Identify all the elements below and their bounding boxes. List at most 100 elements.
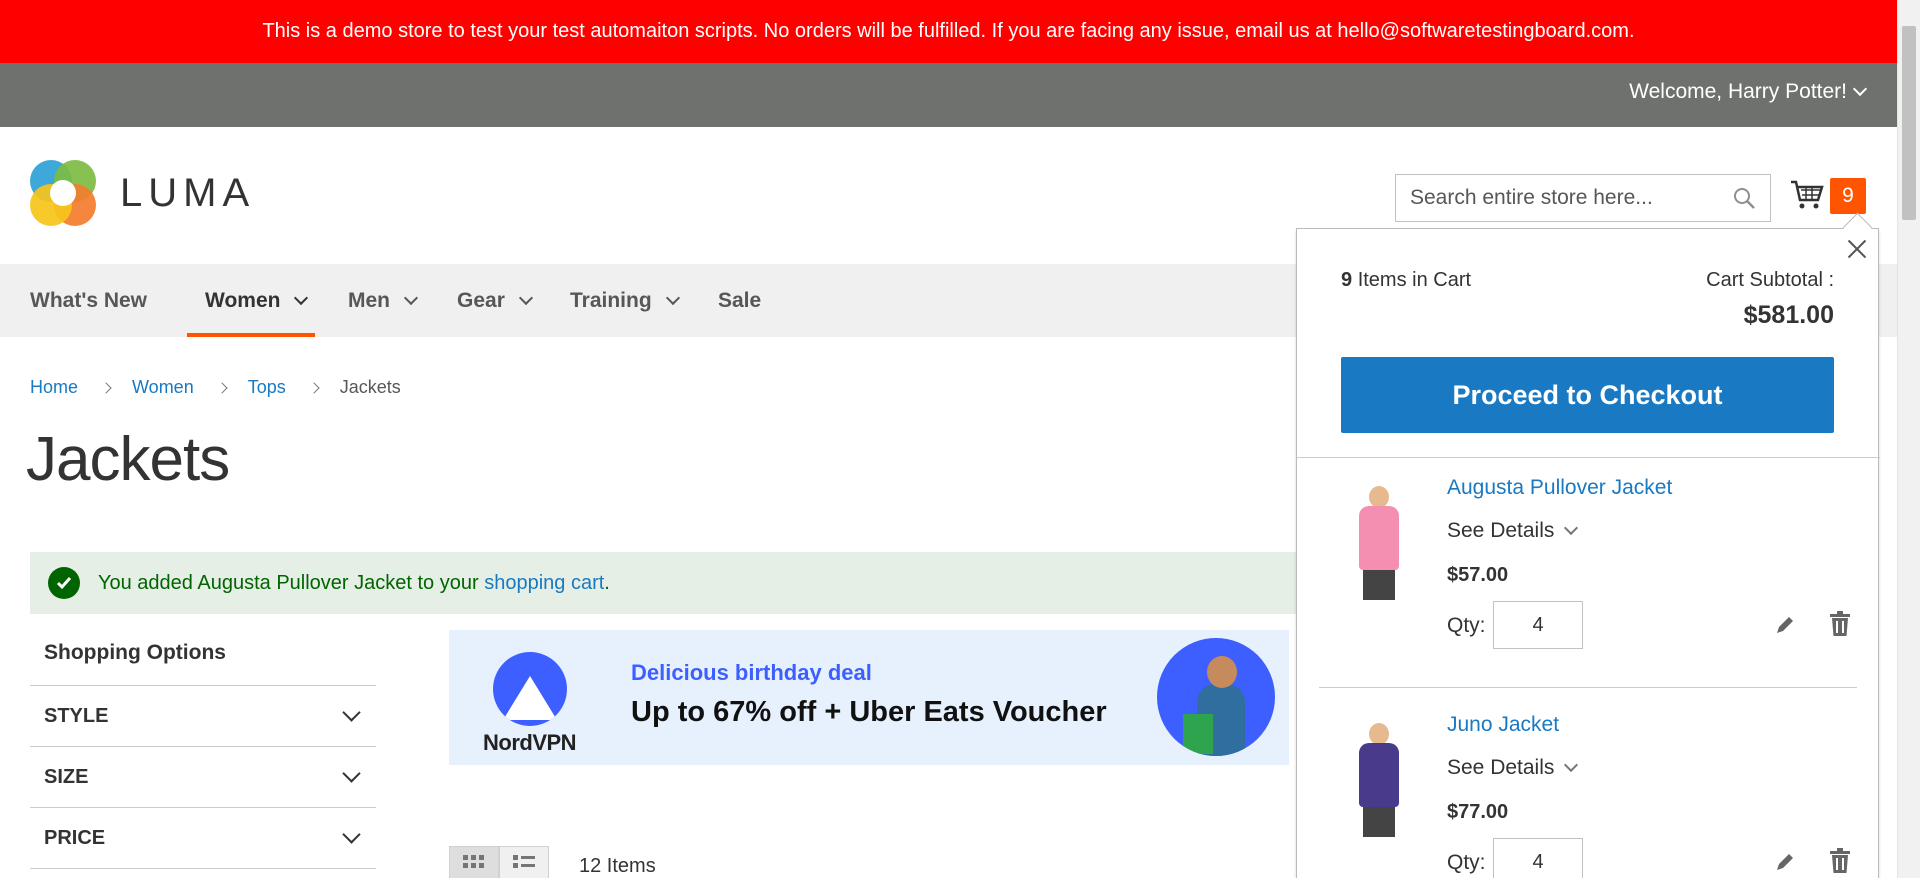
shopping-options-title: Shopping Options	[30, 628, 376, 686]
demo-store-notice: This is a demo store to test your test a…	[262, 20, 1635, 42]
see-details-label: See Details	[1447, 519, 1555, 542]
shopping-cart-link[interactable]: shopping cart	[484, 572, 604, 595]
filter-label: STYLE	[44, 704, 109, 727]
grid-icon	[463, 854, 485, 878]
search-box	[1395, 174, 1771, 222]
nav-item-training[interactable]: Training	[570, 264, 680, 337]
product-thumbnail[interactable]	[1347, 486, 1411, 602]
see-details-label: See Details	[1447, 756, 1555, 779]
chevron-down-icon	[342, 763, 361, 783]
trash-icon[interactable]	[1828, 847, 1852, 878]
ad-person-image	[1157, 638, 1275, 756]
chevron-down-icon	[294, 290, 309, 305]
cart-count-badge[interactable]: 9	[1830, 178, 1866, 214]
chevron-down-icon	[342, 824, 361, 844]
breadcrumb-tops[interactable]: Tops	[248, 377, 286, 398]
chevron-down-icon	[342, 702, 361, 722]
chevron-down-icon	[518, 290, 533, 305]
minicart-count-number: 9	[1341, 269, 1353, 291]
subtotal-value: $581.00	[1743, 301, 1834, 329]
divider	[1297, 457, 1880, 458]
search-icon[interactable]	[1732, 186, 1756, 210]
panel-header: Welcome, Harry Potter!	[0, 63, 1897, 127]
grid-view-button[interactable]	[449, 846, 499, 878]
product-price: $77.00	[1447, 801, 1509, 823]
customer-welcome-menu[interactable]: Welcome, Harry Potter!	[1629, 80, 1868, 104]
see-details-toggle[interactable]: See Details	[1447, 519, 1579, 543]
trash-icon[interactable]	[1828, 610, 1852, 643]
advertisement-banner[interactable]: NordVPN Delicious birthday deal Up to 67…	[449, 630, 1289, 765]
subtotal-label: Cart Subtotal :	[1706, 269, 1834, 291]
edit-pencil-icon[interactable]	[1774, 614, 1796, 641]
nav-item-men[interactable]: Men	[348, 264, 419, 337]
product-price: $57.00	[1447, 564, 1509, 586]
shopping-cart-icon[interactable]	[1789, 176, 1825, 217]
product-name-link[interactable]: Augusta Pullover Jacket	[1447, 476, 1672, 500]
edit-pencil-icon[interactable]	[1774, 851, 1796, 878]
see-details-toggle[interactable]: See Details	[1447, 756, 1579, 780]
nav-item-sale[interactable]: Sale	[718, 264, 761, 337]
ad-brand: NordVPN	[483, 730, 577, 755]
nav-item-label: Women	[205, 288, 281, 312]
page-scrollbar[interactable]	[1897, 0, 1920, 878]
demo-store-banner: This is a demo store to test your test a…	[0, 0, 1897, 63]
message-text: You added Augusta Pullover Jacket to you…	[98, 571, 485, 594]
divider	[1319, 687, 1857, 688]
list-icon	[513, 854, 535, 878]
product-name-link[interactable]: Juno Jacket	[1447, 713, 1559, 737]
shopping-options-sidebar: Shopping Options STYLE SIZE PRICE	[30, 628, 376, 869]
filter-price[interactable]: PRICE	[30, 808, 376, 869]
chevron-down-icon	[1564, 520, 1579, 536]
success-check-icon	[48, 567, 80, 599]
chevron-down-icon	[1564, 757, 1579, 773]
nav-item-label: Gear	[457, 288, 505, 312]
items-count: 12 Items	[579, 854, 656, 877]
chevron-right-icon	[216, 381, 228, 394]
nordvpn-logo: NordVPN	[483, 652, 577, 756]
chevron-right-icon	[308, 381, 320, 394]
scrollbar-thumb[interactable]	[1902, 26, 1916, 220]
chevron-right-icon	[100, 381, 112, 394]
breadcrumb-current: Jackets	[339, 377, 401, 397]
filter-style[interactable]: STYLE	[30, 686, 376, 747]
close-icon[interactable]	[1842, 235, 1872, 265]
proceed-to-checkout-button[interactable]: Proceed to Checkout	[1341, 357, 1834, 433]
luma-logo-icon	[30, 160, 96, 226]
breadcrumb-women[interactable]: Women	[132, 377, 194, 398]
nav-item-label: Training	[570, 288, 652, 312]
minicart-items-count: 9 Items in Cart	[1341, 269, 1471, 292]
breadcrumb: Home Women Tops Jackets	[30, 377, 401, 398]
breadcrumb-home[interactable]: Home	[30, 377, 78, 398]
qty-label: Qty:	[1447, 614, 1486, 637]
mountain-icon	[492, 652, 567, 726]
chevron-down-icon	[1852, 81, 1868, 97]
products-toolbar: 12 Items	[449, 846, 656, 878]
nav-item-label: Men	[348, 288, 390, 312]
minicart-dropdown: 9 Items in Cart Cart Subtotal : $581.00 …	[1296, 228, 1880, 878]
nav-item-label: Sale	[718, 288, 762, 312]
qty-label: Qty:	[1447, 851, 1486, 874]
nav-item-label: What's New	[30, 288, 148, 312]
qty-input[interactable]	[1493, 838, 1583, 878]
success-message: You added Augusta Pullover Jacket to you…	[30, 552, 1330, 614]
nav-item-gear[interactable]: Gear	[457, 264, 533, 337]
nav-item-whats-new[interactable]: What's New	[30, 264, 147, 337]
site-logo[interactable]: LUMA	[30, 160, 255, 226]
minicart-count-label: Items in Cart	[1357, 269, 1472, 291]
search-input[interactable]	[1410, 186, 1732, 210]
chevron-down-icon	[665, 290, 680, 305]
product-thumbnail[interactable]	[1347, 723, 1411, 839]
ad-headline: Delicious birthday deal	[631, 660, 872, 685]
nav-item-women[interactable]: Women	[187, 264, 315, 337]
message-suffix: .	[604, 571, 610, 594]
list-view-button[interactable]	[499, 846, 549, 878]
filter-size[interactable]: SIZE	[30, 747, 376, 808]
logo-text: LUMA	[120, 170, 256, 215]
filter-label: SIZE	[44, 765, 89, 788]
ad-offer: Up to 67% off + Uber Eats Voucher	[631, 696, 1107, 728]
filter-label: PRICE	[44, 826, 106, 849]
page-title: Jackets	[26, 425, 230, 494]
chevron-down-icon	[403, 290, 419, 305]
qty-input[interactable]	[1493, 601, 1583, 649]
welcome-text: Welcome, Harry Potter!	[1629, 80, 1847, 103]
